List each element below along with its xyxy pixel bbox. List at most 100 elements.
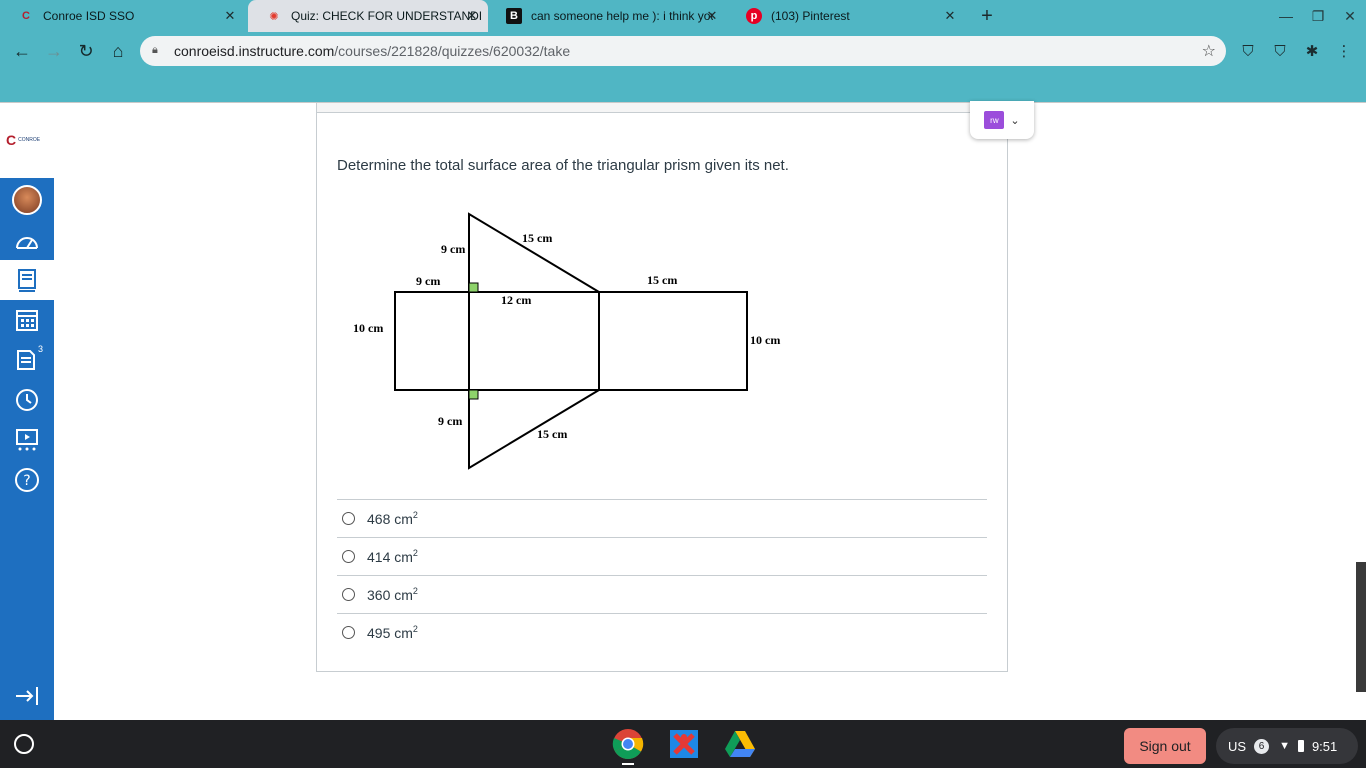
- answer-option[interactable]: 495 cm2: [337, 613, 987, 651]
- label-bottom-triangle-hyp: 15 cm: [537, 427, 567, 441]
- svg-text:?: ?: [23, 473, 30, 489]
- tab-close-icon[interactable]: ✕: [464, 8, 480, 24]
- tab-close-icon[interactable]: ✕: [704, 8, 720, 24]
- label-left-rect-top: 9 cm: [416, 274, 440, 288]
- net-middle-rect: [468, 291, 600, 391]
- dashboard-icon: [16, 237, 38, 249]
- launcher-icon[interactable]: [14, 734, 34, 754]
- tab-strip: C Conroe ISD SSO ✕ ✺ Quiz: CHECK FOR UND…: [0, 0, 1366, 32]
- back-icon[interactable]: ←: [10, 39, 34, 63]
- keyboard-layout: US: [1228, 738, 1247, 754]
- lock-icon: 🔒︎: [152, 44, 158, 56]
- prism-net-diagram: 9 cm 15 cm 9 cm 10 cm 12 cm 15 cm 10 cm …: [353, 212, 780, 470]
- restore-icon[interactable]: ❐: [1308, 6, 1328, 26]
- logo-text: CONROE: [18, 136, 41, 143]
- quiz-page: Determine the total surface area of the …: [54, 101, 1366, 720]
- tab-quiz[interactable]: ✺ Quiz: CHECK FOR UNDERSTANDING ✕: [248, 0, 488, 32]
- nav-studio[interactable]: [0, 420, 54, 460]
- scrollbar-thumb[interactable]: [1356, 562, 1366, 692]
- clock-time: 9:51: [1311, 738, 1338, 754]
- history-icon: [16, 389, 38, 411]
- net-left-rect: [394, 291, 470, 391]
- answer-radio[interactable]: [342, 550, 355, 563]
- chrome-app-icon[interactable]: [612, 728, 644, 760]
- xodo-app-icon[interactable]: [668, 728, 700, 760]
- nav-account[interactable]: [0, 180, 54, 220]
- google-drive-icon[interactable]: [724, 728, 756, 760]
- menu-kebab-icon[interactable]: ⋮: [1334, 41, 1354, 61]
- answer-radio[interactable]: [342, 512, 355, 525]
- tab-title: Conroe ISD SSO: [43, 9, 135, 23]
- inbox-badge: 3: [38, 344, 44, 354]
- chevron-down-icon[interactable]: ⌄: [1010, 114, 1019, 127]
- forward-icon[interactable]: →: [42, 39, 66, 63]
- answer-label: 495 cm2: [367, 624, 418, 641]
- nav-help[interactable]: ?: [0, 460, 54, 500]
- tab-brainly[interactable]: B can someone help me ): i think you ✕: [488, 0, 728, 32]
- conroe-logo-icon: C: [6, 132, 17, 148]
- label-middle-rect-top: 12 cm: [501, 293, 531, 307]
- nav-courses[interactable]: [0, 260, 54, 300]
- window-close-icon[interactable]: ✕: [1340, 6, 1360, 26]
- question-header: [316, 103, 1007, 113]
- readwrite-extension-toolbar[interactable]: rw ⌄: [970, 101, 1034, 139]
- right-angle-marker: [468, 282, 479, 293]
- answer-radio[interactable]: [342, 588, 355, 601]
- avatar: [12, 185, 42, 215]
- answer-label: 414 cm2: [367, 548, 418, 565]
- question-text: Determine the total surface area of the …: [337, 157, 789, 174]
- browser-chrome: C Conroe ISD SSO ✕ ✺ Quiz: CHECK FOR UND…: [0, 0, 1366, 103]
- nav-calendar[interactable]: [0, 300, 54, 340]
- tab-close-icon[interactable]: ✕: [942, 8, 958, 24]
- help-icon: ?: [15, 468, 39, 492]
- active-app-indicator: [622, 763, 634, 765]
- home-icon[interactable]: ⌂: [106, 39, 130, 63]
- canvas-favicon-icon: ✺: [269, 10, 279, 23]
- new-tab-icon[interactable]: +: [975, 4, 999, 28]
- nav-collapse[interactable]: [0, 676, 54, 716]
- url-path: /courses/221828/quizzes/620032/take: [334, 43, 571, 59]
- conroe-logo[interactable]: C CONROE: [6, 131, 48, 149]
- pinterest-favicon-icon: p: [746, 8, 762, 24]
- tab-title: Quiz: CHECK FOR UNDERSTANDING: [291, 9, 481, 23]
- net-bottom-triangle: [468, 389, 600, 470]
- tab-conroe-sso[interactable]: C Conroe ISD SSO ✕: [0, 0, 246, 32]
- nav-history[interactable]: [0, 380, 54, 420]
- shield-extension-icon[interactable]: ⛉: [1238, 41, 1258, 61]
- answer-option[interactable]: 414 cm2: [337, 537, 987, 575]
- shield-extension-icon[interactable]: ⛉: [1270, 41, 1290, 61]
- nav-inbox[interactable]: 3: [0, 340, 54, 380]
- brainly-favicon-icon: B: [506, 8, 522, 24]
- question-card: Determine the total surface area of the …: [316, 113, 1008, 672]
- tab-title: can someone help me ): i think you: [531, 9, 713, 23]
- status-tray[interactable]: US 6 ▼ 9:51: [1216, 728, 1358, 764]
- readwrite-icon: rw: [984, 111, 1005, 129]
- answer-option[interactable]: 468 cm2: [337, 499, 987, 537]
- net-top-triangle: [468, 212, 600, 293]
- url-host: conroeisd.instructure.com: [174, 43, 335, 59]
- answer-label: 468 cm2: [367, 510, 418, 527]
- net-right-rect: [598, 291, 748, 391]
- notification-count-badge: 6: [1254, 738, 1270, 754]
- answer-option[interactable]: 360 cm2: [337, 575, 987, 613]
- nav-dashboard[interactable]: [0, 222, 54, 262]
- battery-icon: [1297, 740, 1304, 752]
- address-bar[interactable]: 🔒︎ conroeisd.instructure.com/courses/221…: [140, 36, 1226, 66]
- tab-pinterest[interactable]: p (103) Pinterest ✕: [728, 0, 966, 32]
- courses-icon: [18, 269, 36, 292]
- label-right-rect-side: 10 cm: [750, 333, 780, 347]
- reload-icon[interactable]: ↻: [74, 39, 98, 63]
- minimize-icon[interactable]: —: [1276, 6, 1296, 26]
- bookmark-star-icon[interactable]: ☆: [1202, 41, 1216, 61]
- label-top-triangle-hyp: 15 cm: [522, 231, 552, 245]
- right-angle-marker: [468, 389, 479, 400]
- tab-title: (103) Pinterest: [771, 9, 850, 23]
- label-top-triangle-side: 9 cm: [441, 242, 465, 256]
- puzzle-extensions-icon[interactable]: ✱: [1302, 41, 1322, 61]
- answer-radio[interactable]: [342, 626, 355, 639]
- tab-close-icon[interactable]: ✕: [222, 8, 238, 24]
- sign-out-button[interactable]: Sign out: [1124, 728, 1206, 764]
- studio-icon: [16, 429, 38, 451]
- canvas-global-nav: C CONROE 3 ?: [0, 103, 54, 720]
- answer-label: 360 cm2: [367, 586, 418, 603]
